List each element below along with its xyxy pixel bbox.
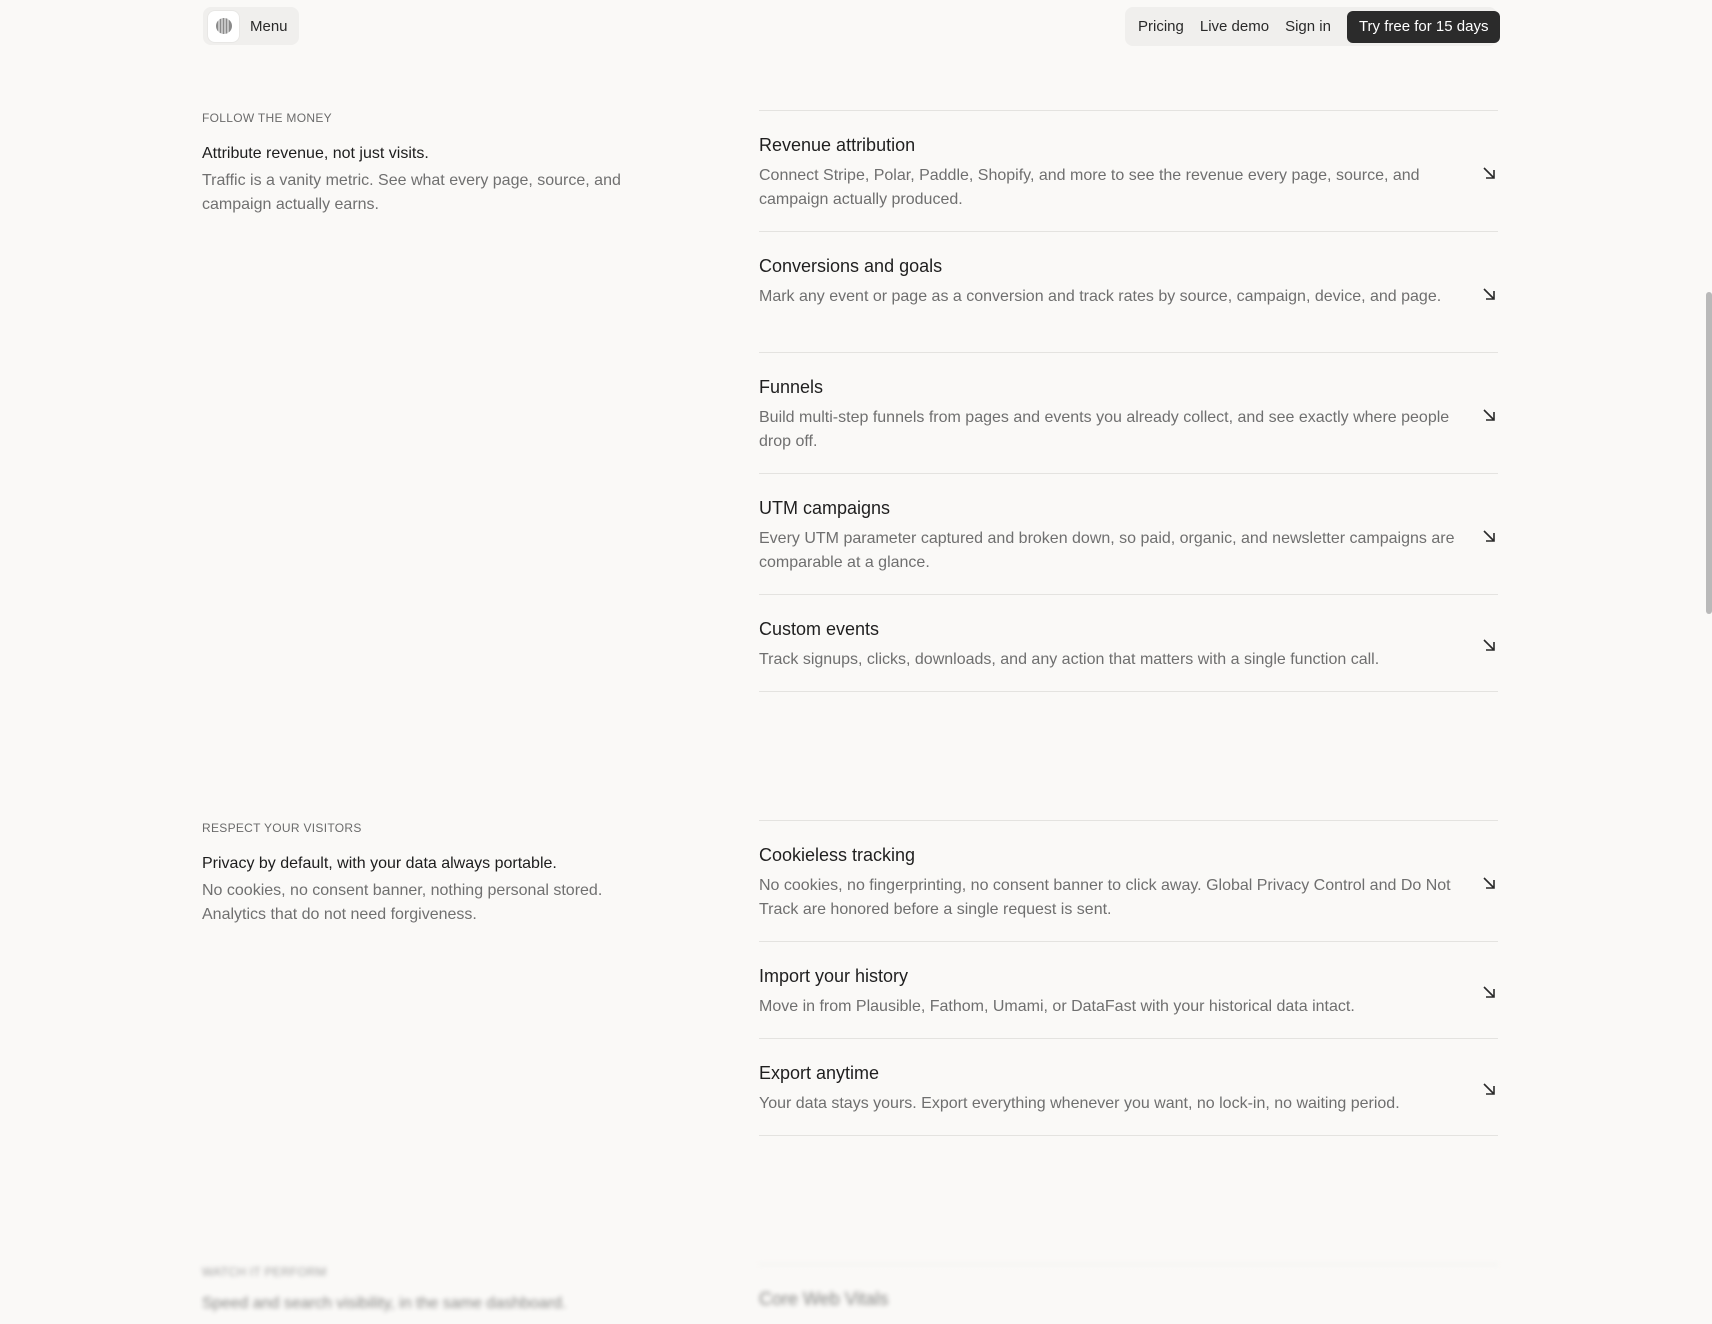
- logo: [208, 10, 239, 42]
- arrow-down-right-icon: [1483, 288, 1495, 300]
- arrow-down-right-icon: [1483, 1083, 1495, 1095]
- feature-title: Funnels: [759, 377, 824, 397]
- feature-description: Track signups, clicks, downloads, and an…: [759, 651, 1380, 668]
- scrollbar-thumb[interactable]: [1706, 292, 1712, 614]
- feature-title: Import your history: [759, 966, 909, 986]
- top-nav: Pricing Live demo Sign in Try free for 1…: [1125, 7, 1501, 46]
- section-heading: Speed and search visibility, in the same…: [202, 1295, 567, 1312]
- section-description: Traffic is a vanity metric. See what eve…: [202, 172, 621, 213]
- nav-pricing-link[interactable]: Pricing: [1138, 18, 1184, 35]
- feature-description: Every UTM parameter captured and broken …: [759, 530, 1455, 571]
- section-description: No cookies, no consent banner, nothing p…: [202, 882, 603, 923]
- feature-revenue-attribution[interactable]: Revenue attribution Connect Stripe, Pola…: [759, 110, 1498, 231]
- feature-export-anytime[interactable]: Export anytime Your data stays yours. Ex…: [759, 1038, 1498, 1136]
- feature-title: UTM campaigns: [759, 498, 891, 518]
- feature-description: Connect Stripe, Polar, Paddle, Shopify, …: [759, 167, 1420, 208]
- feature-custom-events[interactable]: Custom events Track signups, clicks, dow…: [759, 594, 1498, 692]
- nav-live-demo-link[interactable]: Live demo: [1200, 18, 1269, 35]
- globe-lines-icon: [215, 18, 232, 34]
- section-heading: Attribute revenue, not just visits.: [202, 145, 429, 162]
- scrollbar-track[interactable]: [1706, 0, 1712, 1315]
- feature-title: Cookieless tracking: [759, 845, 916, 865]
- arrow-down-right-icon: [1483, 530, 1495, 542]
- menu-label: Menu: [250, 17, 288, 35]
- feature-title: Revenue attribution: [759, 135, 916, 155]
- feature-title: Export anytime: [759, 1063, 880, 1083]
- feature-description: No cookies, no fingerprinting, no consen…: [759, 877, 1451, 918]
- feature-description: Move in from Plausible, Fathom, Umami, o…: [759, 998, 1355, 1015]
- feature-conversions-and-goals[interactable]: Conversions and goals Mark any event or …: [759, 231, 1498, 352]
- feature-description: Mark any event or page as a conversion a…: [759, 288, 1442, 305]
- try-free-button[interactable]: Try free for 15 days: [1346, 10, 1501, 43]
- arrow-down-right-icon: [1483, 409, 1495, 421]
- feature-utm-campaigns[interactable]: UTM campaigns Every UTM parameter captur…: [759, 473, 1498, 594]
- feature-cookieless-tracking[interactable]: Cookieless tracking No cookies, no finge…: [759, 820, 1498, 941]
- section-heading: Privacy by default, with your data alway…: [202, 855, 557, 872]
- section-eyebrow: WATCH IT PERFORM: [202, 1265, 327, 1279]
- menu-button[interactable]: Menu: [203, 7, 299, 45]
- feature-core-web-vitals[interactable]: Core Web Vitals: [759, 1264, 1498, 1324]
- arrow-down-right-icon: [1483, 167, 1495, 179]
- feature-title: Custom events: [759, 619, 880, 639]
- feature-description: Build multi-step funnels from pages and …: [759, 409, 1450, 450]
- section-eyebrow: RESPECT YOUR VISITORS: [202, 821, 362, 835]
- feature-title: Conversions and goals: [759, 256, 943, 276]
- section-eyebrow: FOLLOW THE MONEY: [202, 111, 332, 125]
- feature-title: Core Web Vitals: [759, 1289, 889, 1309]
- feature-description: Your data stays yours. Export everything…: [759, 1095, 1400, 1112]
- arrow-down-right-icon: [1483, 877, 1495, 889]
- nav-sign-in-link[interactable]: Sign in: [1285, 18, 1331, 35]
- feature-funnels[interactable]: Funnels Build multi-step funnels from pa…: [759, 352, 1498, 473]
- feature-import-your-history[interactable]: Import your history Move in from Plausib…: [759, 941, 1498, 1038]
- arrow-down-right-icon: [1483, 986, 1495, 998]
- arrow-down-right-icon: [1483, 639, 1495, 651]
